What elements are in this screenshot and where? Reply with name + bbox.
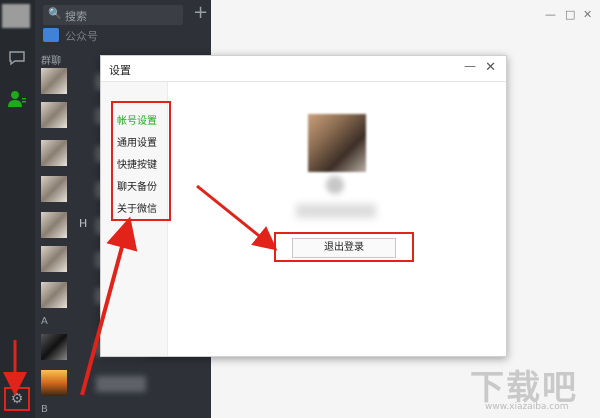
- profile-avatar: [308, 114, 366, 172]
- section-b: B: [41, 404, 48, 415]
- public-account-icon: [43, 28, 59, 42]
- dialog-title: 设置: [109, 64, 131, 77]
- watermark-url: www.xiazaiba.com: [485, 402, 569, 412]
- window-minimize-button[interactable]: —: [545, 8, 556, 21]
- menu-item-shortcut-keys[interactable]: 快捷按键: [117, 156, 157, 171]
- search-placeholder: 搜索: [65, 10, 87, 23]
- menu-item-account-settings[interactable]: 帐号设置: [117, 112, 157, 127]
- dialog-minimize-button[interactable]: —: [464, 59, 476, 73]
- list-item-name: H: [79, 217, 88, 230]
- window-close-button[interactable]: ✕: [583, 8, 592, 21]
- menu-item-about[interactable]: 关于微信: [117, 200, 157, 215]
- add-button[interactable]: +: [193, 4, 208, 22]
- avatar: [41, 140, 67, 166]
- avatar: [41, 282, 67, 308]
- search-input[interactable]: 🔍 搜索: [43, 5, 183, 25]
- avatar: [41, 102, 67, 128]
- chat-bubble-icon[interactable]: [7, 50, 27, 70]
- settings-dialog: 设置 — ✕ 帐号设置 通用设置 快捷按键 聊天备份 关于微信 退出登录: [100, 55, 507, 357]
- logout-highlight-box: 退出登录: [274, 232, 414, 262]
- search-icon: 🔍: [48, 7, 62, 20]
- gear-icon: ⚙: [10, 391, 24, 407]
- avatar: [41, 176, 67, 202]
- profile-blurred-detail: [326, 176, 344, 194]
- contacts-icon[interactable]: [7, 90, 27, 110]
- avatar: [41, 212, 67, 238]
- list-item-name: [96, 376, 146, 392]
- avatar: [41, 370, 67, 396]
- menu-item-general-settings[interactable]: 通用设置: [117, 134, 157, 149]
- list-item[interactable]: [41, 370, 211, 400]
- settings-button[interactable]: ⚙: [4, 387, 30, 411]
- dialog-close-button[interactable]: ✕: [485, 60, 496, 75]
- section-a: A: [41, 316, 48, 327]
- menu-item-chat-backup[interactable]: 聊天备份: [117, 178, 157, 193]
- user-avatar[interactable]: [2, 4, 30, 28]
- watermark: 下载吧 www.xiazaiba.com: [470, 360, 595, 415]
- avatar: [41, 68, 67, 94]
- logout-button[interactable]: 退出登录: [292, 238, 396, 258]
- avatar: [41, 246, 67, 272]
- public-account-label[interactable]: 公众号: [65, 28, 98, 44]
- section-group-chat: 群聊: [41, 56, 61, 67]
- profile-blurred-name: [296, 204, 376, 218]
- avatar: [41, 334, 67, 360]
- left-nav: ⚙: [0, 0, 35, 418]
- window-maximize-button[interactable]: □: [565, 8, 575, 21]
